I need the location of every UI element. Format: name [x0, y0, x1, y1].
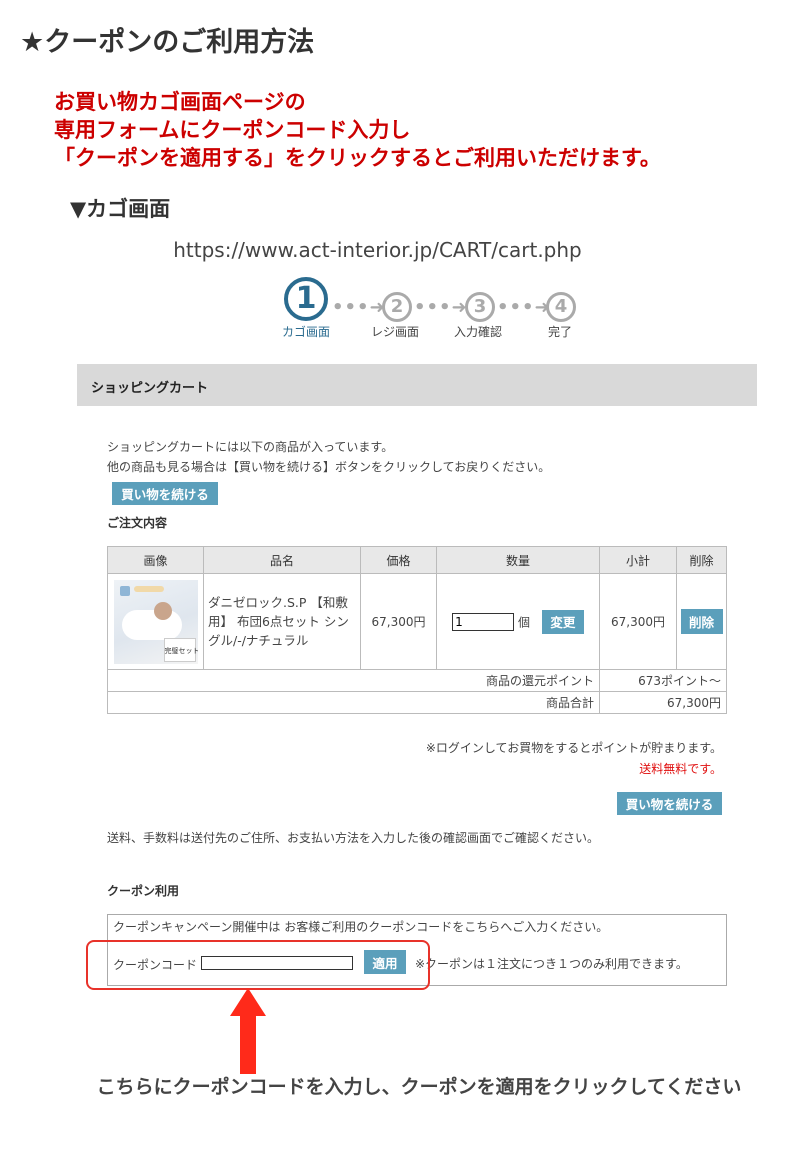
cart-table: 画像 品名 価格 数量 小計 削除 完璧セット ダニゼロック.S.P 【和敷用】… — [107, 546, 727, 714]
product-price: 67,300円 — [360, 573, 437, 670]
delete-cell: 削除 — [676, 573, 727, 670]
product-name[interactable]: ダニゼロック.S.P 【和敷用】 布団6点セット シングル/-/ナチュラル — [203, 573, 361, 670]
total-label: 商品合計 — [107, 691, 600, 714]
points-row: 商品の還元ポイント 673ポイント〜 — [107, 669, 727, 692]
quantity-unit: 個 — [517, 615, 530, 629]
product-image[interactable]: 完璧セット — [113, 579, 198, 664]
free-shipping-note: 送料無料です。 — [639, 762, 722, 776]
table-row: 完璧セット ダニゼロック.S.P 【和敷用】 布団6点セット シングル/-/ナチ… — [107, 573, 727, 670]
col-image: 画像 — [107, 546, 204, 574]
change-quantity-button[interactable]: 変更 — [541, 609, 584, 634]
product-image-cell: 完璧セット — [107, 573, 204, 670]
coupon-note: ※クーポンは１注文につき１つのみ利用できます。 — [415, 957, 688, 971]
step-2-circle: 2 — [382, 292, 412, 322]
footer-instruction: こちらにクーポンコードを入力し、クーポンを適用をクリックしてください — [96, 1076, 742, 1098]
continue-shopping-button-2[interactable]: 買い物を続ける — [617, 792, 722, 815]
step-4-circle: 4 — [546, 292, 576, 322]
points-label: 商品の還元ポイント — [107, 669, 600, 692]
points-value: 673ポイント〜 — [599, 669, 727, 692]
page-url: https://www.act-interior.jp/CART/cart.ph… — [173, 238, 582, 262]
coupon-highlight-frame — [86, 940, 430, 990]
quantity-cell: 個 変更 — [436, 573, 600, 670]
login-points-note: ※ログインしてお買物をするとポイントが貯まります。 — [425, 741, 722, 755]
order-heading: ご注文内容 — [107, 516, 168, 530]
cart-table-header: 画像 品名 価格 数量 小計 削除 — [107, 546, 727, 574]
continue-shopping-button[interactable]: 買い物を続ける — [112, 482, 218, 505]
step-3-circle: 3 — [465, 292, 495, 322]
step-indicator: 1 カゴ画面 •••➜ 2 レジ画面 •••➜ 3 入力確認 •••➜ 4 完了 — [0, 275, 800, 345]
product-image-caption: 完璧セット — [164, 646, 198, 655]
total-row: 商品合計 67,300円 — [107, 691, 727, 714]
section-title: ▼カゴ画面 — [70, 197, 171, 221]
delete-button[interactable]: 削除 — [680, 609, 723, 634]
coupon-campaign-text: クーポンキャンペーン開催中は お客様ご利用のクーポンコードをこちらへご入力くださ… — [113, 920, 609, 934]
instruction-line-3: 「クーポンを適用する」をクリックするとご利用いただけます。 — [54, 146, 661, 170]
step-4-label: 完了 — [547, 325, 572, 339]
total-value: 67,300円 — [599, 691, 727, 714]
instruction-line-2: 専用フォームにクーポンコード入力し — [54, 118, 411, 142]
col-quantity: 数量 — [436, 546, 600, 574]
cart-intro-1: ショッピングカートには以下の商品が入っています。 — [107, 440, 394, 454]
product-subtotal: 67,300円 — [599, 573, 677, 670]
cart-intro-2: 他の商品も見る場合は【買い物を続ける】ボタンをクリックしてお戻りください。 — [107, 460, 551, 474]
shipping-note: 送料、手数料は送付先のご住所、お支払い方法を入力した後の確認画面でご確認ください… — [107, 831, 600, 845]
step-connector-1: •••➜ — [332, 297, 386, 318]
quantity-input[interactable] — [452, 612, 515, 631]
col-delete: 削除 — [676, 546, 727, 574]
up-arrow-icon — [230, 988, 266, 1074]
col-name: 品名 — [203, 546, 361, 574]
cart-header-title: ショッピングカート — [91, 381, 209, 396]
page-title: ★クーポンのご利用方法 — [20, 27, 315, 58]
instruction-line-1: お買い物カゴ画面ページの — [54, 90, 306, 114]
step-1-circle: 1 — [284, 277, 328, 321]
step-2-label: レジ画面 — [370, 325, 419, 339]
step-connector-3: •••➜ — [497, 297, 551, 318]
col-price: 価格 — [360, 546, 437, 574]
col-subtotal: 小計 — [599, 546, 677, 574]
step-3-label: 入力確認 — [453, 325, 502, 339]
step-connector-2: •••➜ — [414, 297, 468, 318]
coupon-heading: クーポン利用 — [107, 884, 180, 898]
cart-header: ショッピングカート — [77, 364, 757, 406]
step-1-label: カゴ画面 — [281, 325, 330, 339]
